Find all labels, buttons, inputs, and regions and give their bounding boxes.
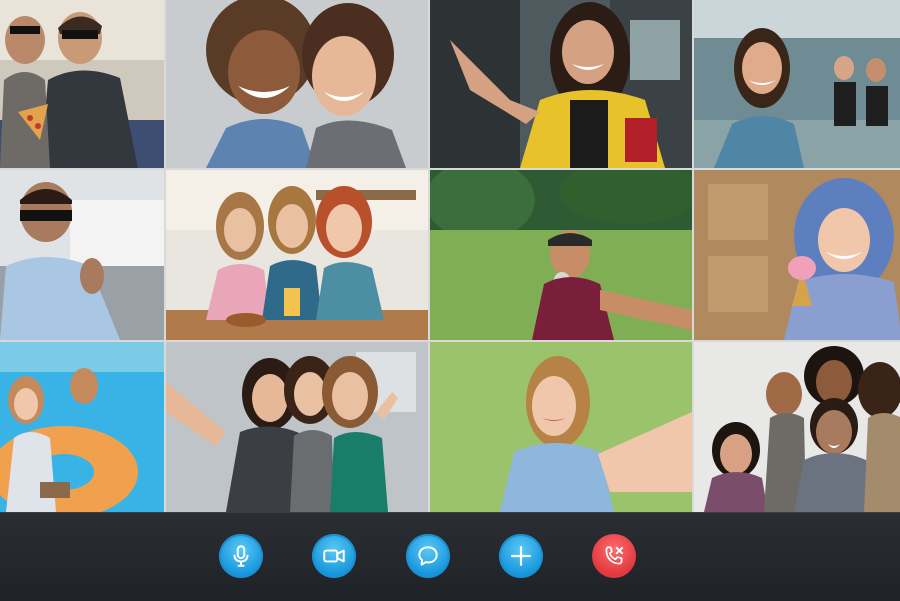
mute-microphone-button[interactable] bbox=[219, 534, 263, 578]
participant-video-tile[interactable] bbox=[166, 170, 428, 340]
microphone-icon bbox=[233, 545, 249, 567]
end-call-button[interactable] bbox=[592, 534, 636, 578]
participant-video-tile[interactable] bbox=[0, 342, 164, 512]
toggle-camera-button[interactable] bbox=[312, 534, 356, 578]
call-toolbar bbox=[0, 512, 900, 601]
video-call-app bbox=[0, 0, 900, 601]
plus-icon bbox=[511, 546, 531, 566]
participant-video-tile[interactable] bbox=[166, 342, 428, 512]
video-camera-icon bbox=[323, 549, 345, 563]
participant-video-tile[interactable] bbox=[166, 0, 428, 168]
participant-video-tile[interactable] bbox=[694, 170, 900, 340]
participant-video-tile[interactable] bbox=[430, 0, 692, 168]
add-participant-button[interactable] bbox=[499, 534, 543, 578]
participant-video-tile[interactable] bbox=[430, 170, 692, 340]
end-call-icon bbox=[605, 546, 624, 565]
participant-grid bbox=[0, 0, 900, 512]
participant-video-tile[interactable] bbox=[694, 342, 900, 512]
participant-video-tile[interactable] bbox=[694, 0, 900, 168]
chat-bubble-icon bbox=[418, 546, 438, 566]
participant-video-tile[interactable] bbox=[430, 342, 692, 512]
participant-video-tile[interactable] bbox=[0, 170, 164, 340]
participant-video-tile[interactable] bbox=[0, 0, 164, 168]
chat-button[interactable] bbox=[406, 534, 450, 578]
